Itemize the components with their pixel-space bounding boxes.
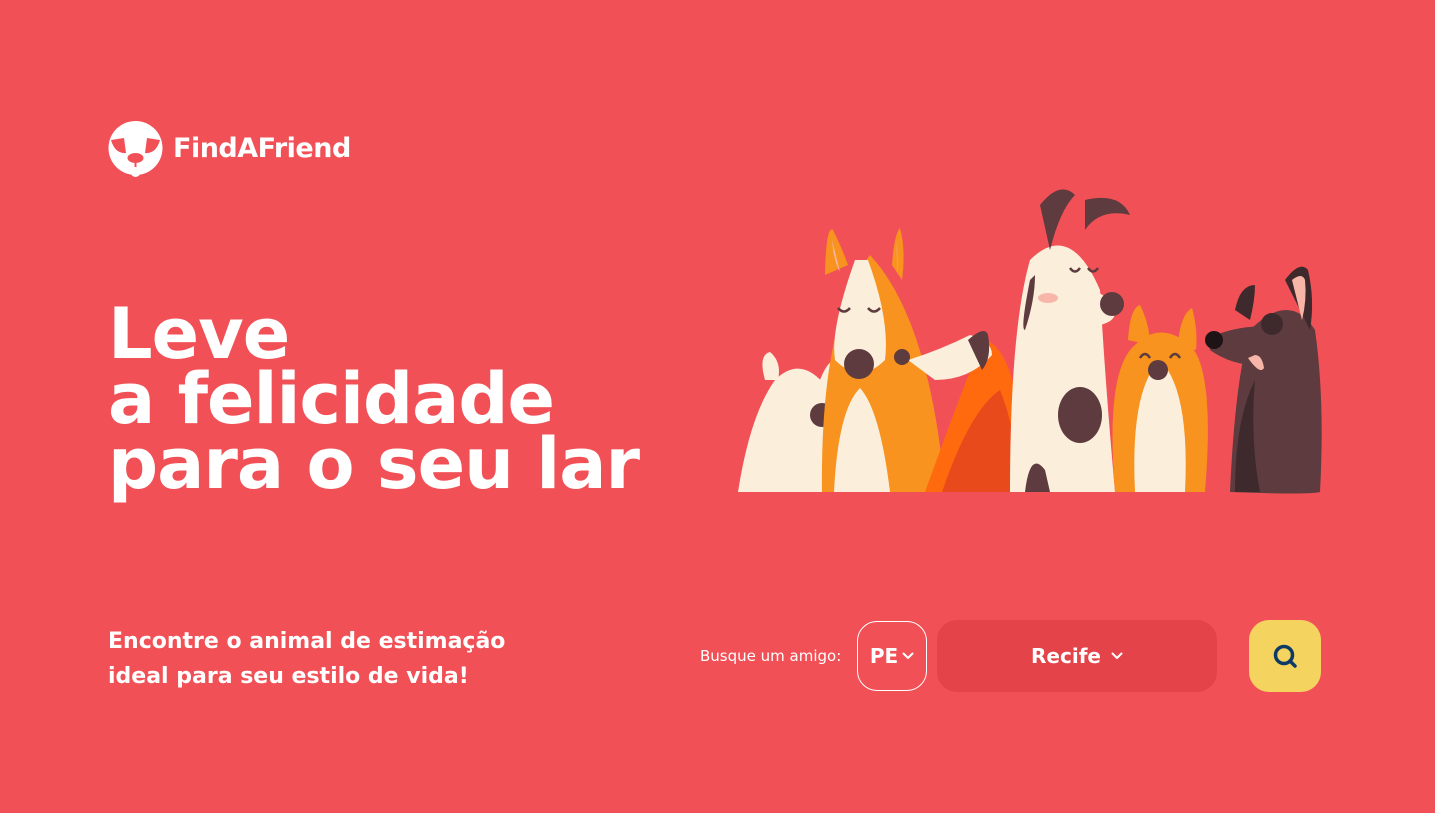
search-icon	[1273, 644, 1297, 668]
city-value: Recife	[1031, 644, 1101, 668]
chevron-down-icon	[902, 652, 914, 660]
city-select[interactable]: Recife	[937, 620, 1217, 692]
hero-subtitle: Encontre o animal de estimação ideal par…	[108, 629, 506, 689]
search-bar: Busque um amigo: PE Recife	[700, 620, 1321, 692]
brand-name: FindAFriend	[173, 133, 351, 164]
search-label: Busque um amigo:	[700, 647, 842, 665]
state-value: PE	[869, 644, 899, 668]
headline-line-3: para o seu lar	[108, 423, 640, 505]
dog-face-icon	[108, 121, 163, 177]
chevron-down-icon	[1111, 652, 1123, 660]
page-title: Leve a felicidade para o seu lar	[108, 299, 640, 505]
brand-logo[interactable]: FindAFriend	[108, 120, 351, 177]
group-of-dogs-illustration	[730, 180, 1330, 504]
state-select[interactable]: PE	[857, 621, 927, 691]
search-button[interactable]	[1249, 620, 1321, 692]
